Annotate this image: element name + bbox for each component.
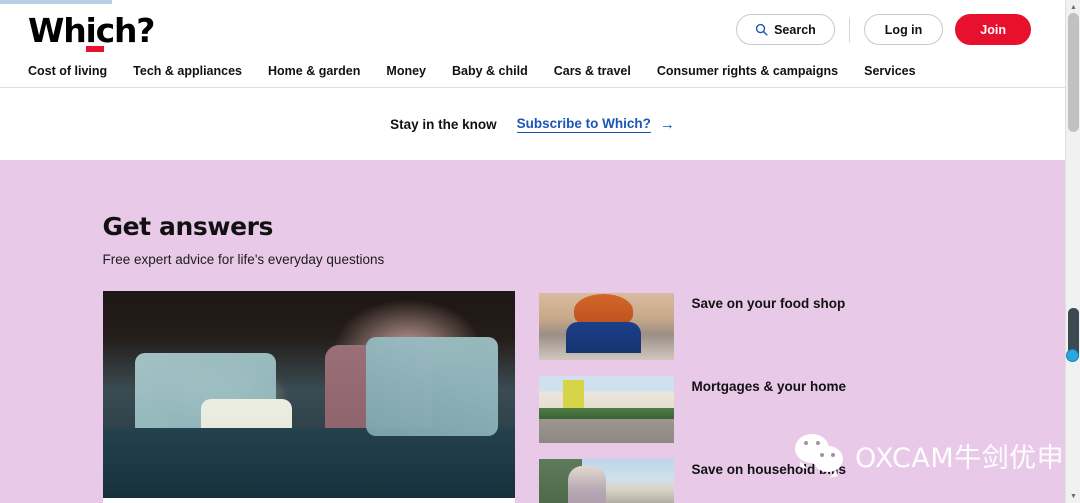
father-and-child-in-bed-photo (102, 291, 515, 498)
list-item-thumbnail (538, 376, 674, 443)
get-answers-section: Get answers Free expert advice for life'… (0, 160, 1065, 503)
mouse-cursor (1066, 349, 1079, 362)
browser-viewport: Which? Search Log in Join Cost of living… (0, 0, 1080, 503)
feature-card[interactable]: Home energy advice (102, 291, 515, 503)
page-title: Get answers (102, 212, 274, 241)
header-actions: Search Log in Join (736, 14, 1031, 45)
search-button-label: Search (774, 22, 816, 37)
nav-item-services[interactable]: Services (864, 64, 915, 78)
cyclist-on-street-photo (538, 376, 674, 443)
list-item-label: Save on your food shop (691, 296, 846, 311)
subscribe-link[interactable]: Subscribe to Which? → (516, 115, 675, 133)
login-button[interactable]: Log in (863, 14, 944, 45)
answers-list: Save on your food shop Mortgages & your … (538, 291, 963, 503)
logo-red-underline (86, 46, 104, 52)
list-item-food-shop[interactable]: Save on your food shop (538, 293, 963, 360)
logo-wordmark: Which? (28, 11, 155, 52)
nav-item-money[interactable]: Money (386, 64, 426, 78)
subscribe-link-label: Subscribe to Which? (516, 115, 651, 133)
header-divider (848, 17, 850, 42)
search-icon (755, 23, 768, 36)
feature-card-title: Home energy advice (103, 498, 515, 503)
primary-navigation: Cost of living Tech & appliances Home & … (28, 64, 916, 78)
join-button[interactable]: Join (955, 14, 1031, 45)
answers-grid: Home energy advice Save on your food sho… (102, 291, 963, 503)
logo-text: Which (28, 11, 137, 50)
nav-item-consumer-rights[interactable]: Consumer rights & campaigns (657, 64, 838, 78)
section-subtitle: Free expert advice for life's everyday q… (102, 252, 385, 267)
arrow-right-icon: → (659, 115, 675, 133)
page-content: Which? Search Log in Join Cost of living… (0, 0, 1065, 503)
which-logo[interactable]: Which? (28, 11, 155, 52)
nav-item-home-garden[interactable]: Home & garden (268, 64, 360, 78)
list-item-thumbnail (538, 459, 674, 503)
scrollbar-down-arrow-icon[interactable]: ▼ (1066, 489, 1080, 503)
woman-counting-money-photo (538, 459, 674, 503)
logo-question-mark: ? (136, 11, 155, 50)
page-loading-bar (0, 0, 112, 4)
get-answers-container: Get answers Free expert advice for life'… (102, 212, 963, 503)
photo-duvet (102, 427, 515, 498)
site-header: Which? Search Log in Join Cost of living… (0, 0, 1065, 88)
list-item-household-bills[interactable]: Save on household bills (538, 459, 963, 503)
search-button[interactable]: Search (736, 14, 835, 45)
subscribe-label: Stay in the know (390, 116, 497, 132)
page-scrollbar[interactable]: ▲ ▼ (1065, 0, 1080, 503)
scrollbar-thumb[interactable] (1068, 13, 1079, 132)
child-eating-toast-photo (538, 293, 674, 360)
nav-item-baby-child[interactable]: Baby & child (452, 64, 528, 78)
list-item-thumbnail (538, 293, 674, 360)
list-item-label: Mortgages & your home (691, 379, 847, 394)
subscribe-strip: Stay in the know Subscribe to Which? → (0, 88, 1065, 160)
list-item-label: Save on household bills (691, 462, 847, 477)
list-item-mortgages[interactable]: Mortgages & your home (538, 376, 963, 443)
nav-item-cost-of-living[interactable]: Cost of living (28, 64, 107, 78)
feature-card-image (102, 291, 515, 498)
nav-item-cars-travel[interactable]: Cars & travel (554, 64, 631, 78)
nav-item-tech-appliances[interactable]: Tech & appliances (133, 64, 242, 78)
scrollbar-up-arrow-icon[interactable]: ▲ (1066, 0, 1080, 14)
